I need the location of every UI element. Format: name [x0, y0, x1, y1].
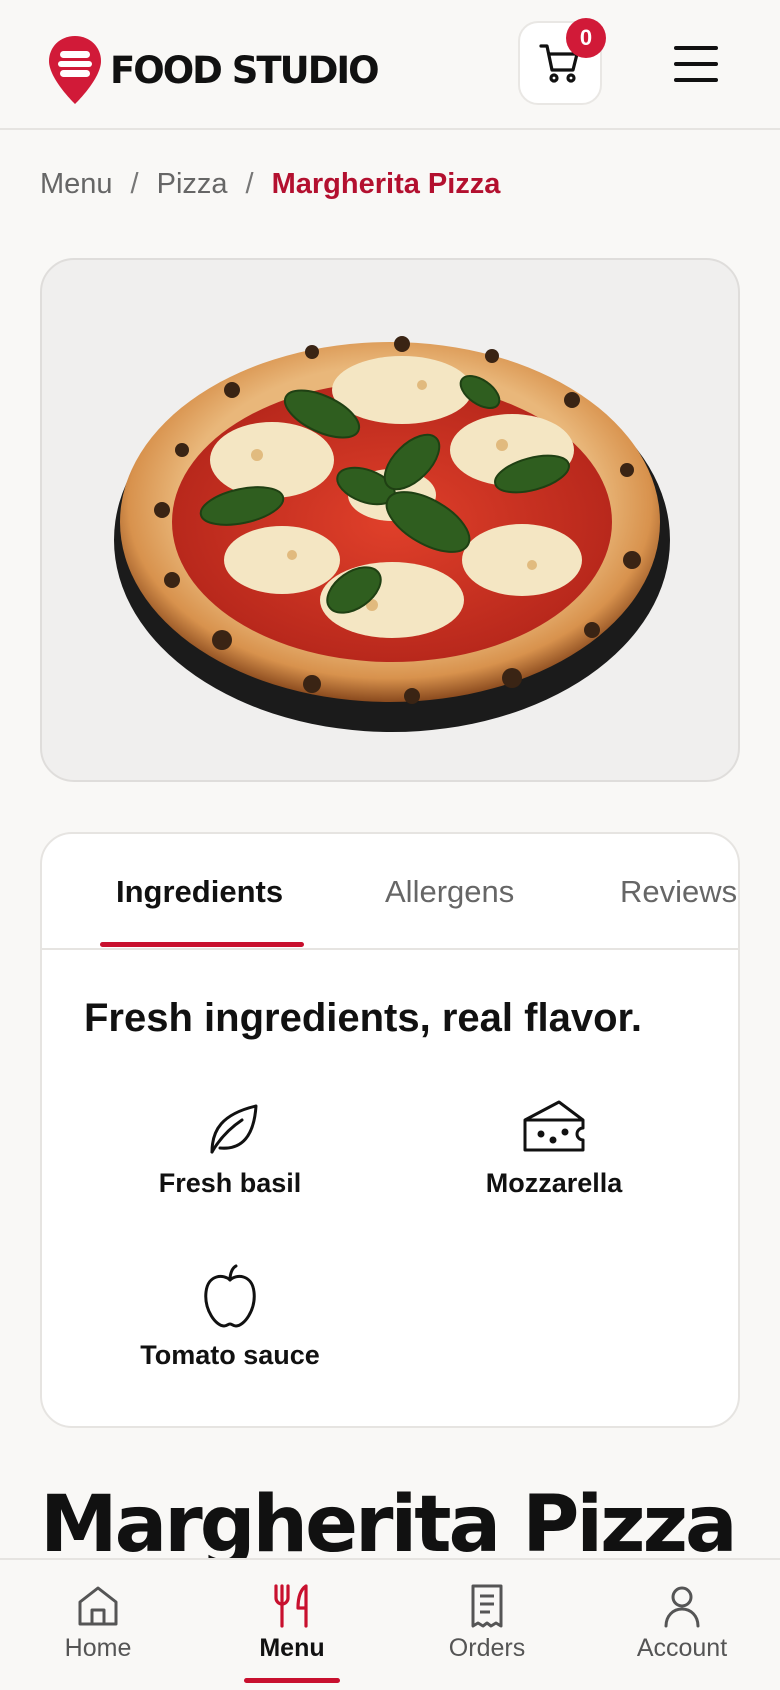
- nav-orders[interactable]: Orders: [407, 1582, 567, 1663]
- nav-label: Account: [636, 1634, 728, 1662]
- logo-text: FOOD STUDIO: [110, 48, 380, 92]
- nav-home[interactable]: Home: [18, 1582, 178, 1663]
- breadcrumb: Menu / Pizza / Margherita Pizza: [40, 168, 500, 201]
- ingredient-label: Mozzarella: [485, 1168, 623, 1198]
- breadcrumb-item-menu[interactable]: Menu: [40, 168, 113, 201]
- logo[interactable]: FOOD STUDIO: [46, 34, 380, 106]
- logo-pin-icon: [49, 36, 101, 104]
- active-nav-indicator: [244, 1678, 340, 1683]
- nav-label: Menu: [259, 1634, 325, 1662]
- product-title: Margherita Pizza: [40, 1480, 738, 1570]
- breadcrumb-separator: /: [245, 168, 254, 200]
- breadcrumb-separator: /: [130, 168, 139, 200]
- home-icon: [78, 1586, 118, 1626]
- hamburger-menu-button[interactable]: [672, 44, 720, 84]
- ingredient-label: Fresh basil: [158, 1168, 302, 1198]
- fork-knife-icon: [274, 1584, 308, 1628]
- ingredient-item: Fresh basil: [105, 1094, 355, 1199]
- breadcrumb-item-pizza[interactable]: Pizza: [157, 168, 228, 201]
- nav-menu[interactable]: Menu: [212, 1582, 372, 1663]
- nav-label: Orders: [448, 1634, 526, 1662]
- ingredient-item: Mozzarella: [429, 1094, 679, 1199]
- tab-reviews[interactable]: Reviews: [620, 874, 737, 910]
- ingredient-label: Tomato sauce: [140, 1340, 320, 1370]
- apple-icon: [204, 1264, 256, 1328]
- top-header: FOOD STUDIO 0: [0, 0, 780, 130]
- bottom-nav: Home Menu Orders Account: [0, 1558, 780, 1690]
- active-tab-indicator: [100, 942, 304, 947]
- leaf-icon: [210, 1104, 258, 1154]
- ingredients-heading: Fresh ingredients, real flavor.: [84, 996, 642, 1040]
- breadcrumb-current: Margherita Pizza: [271, 168, 501, 200]
- hamburger-icon: [674, 46, 718, 82]
- pizza-image: [114, 336, 670, 732]
- cart-count-badge: 0: [566, 18, 606, 58]
- product-info-card: Ingredients Allergens Reviews Fresh ingr…: [40, 832, 740, 1428]
- nav-account[interactable]: Account: [602, 1582, 762, 1663]
- tab-allergens[interactable]: Allergens: [385, 874, 514, 910]
- tab-ingredients[interactable]: Ingredients: [116, 874, 283, 910]
- nav-label: Home: [64, 1634, 132, 1662]
- receipt-icon: [471, 1584, 503, 1628]
- cheese-icon: [523, 1100, 585, 1152]
- product-image-card: [40, 258, 740, 782]
- tab-bar: Ingredients Allergens Reviews: [42, 834, 738, 950]
- user-icon: [664, 1586, 700, 1628]
- ingredient-item: Tomato sauce: [105, 1262, 355, 1371]
